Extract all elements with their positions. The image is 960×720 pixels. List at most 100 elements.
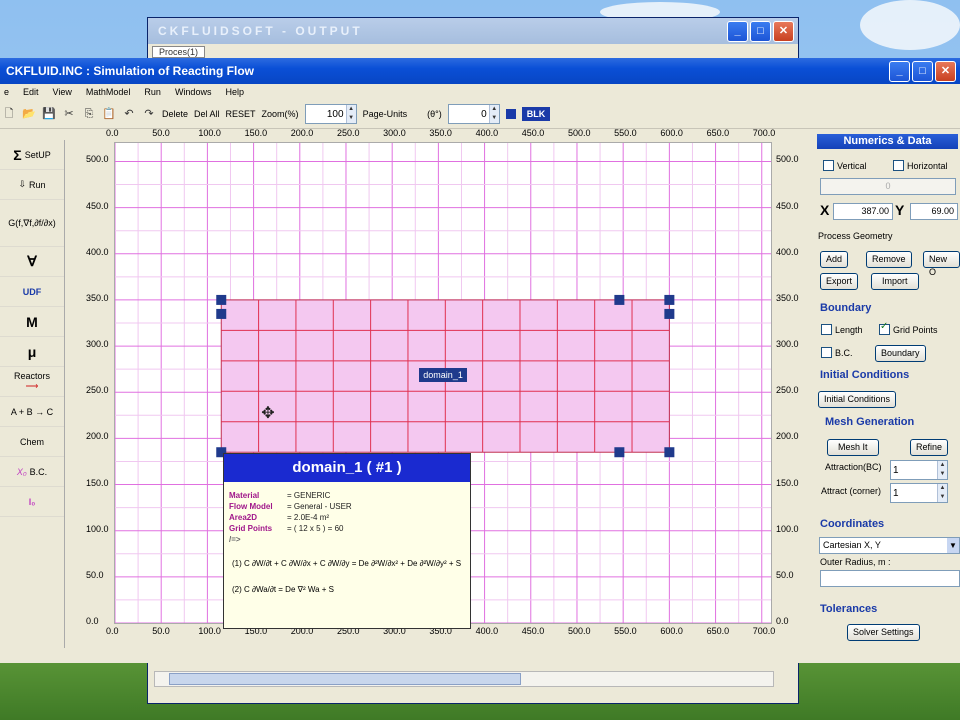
reaction-button[interactable]: A + B → C (0, 397, 64, 427)
scrollbar-thumb[interactable] (169, 673, 521, 685)
x-tick-label: 250.0 (336, 128, 360, 138)
theta-label: (θ°) (427, 109, 442, 119)
mesh-it-button[interactable]: Mesh It (827, 439, 879, 456)
minimize-button[interactable]: _ (727, 21, 748, 42)
menu-edit[interactable]: Edit (23, 84, 39, 100)
delete-all-button[interactable]: Del All (194, 109, 220, 119)
domain-label[interactable]: domain_1 (419, 368, 467, 383)
cut-icon[interactable]: ✂ (62, 107, 76, 121)
coordinates-heading: Coordinates (820, 518, 885, 530)
checkbox[interactable] (823, 160, 834, 171)
horizontal-checkbox[interactable]: Horizontal (893, 160, 948, 174)
menu-help[interactable]: Help (225, 84, 244, 100)
save-icon[interactable]: 💾 (42, 107, 56, 121)
import-button[interactable]: Import (871, 273, 919, 290)
coordinates-select[interactable]: Cartesian X, Y ▼ (819, 537, 960, 554)
color-swatch-icon[interactable] (505, 109, 516, 119)
bc-button[interactable]: X₀ B.C. (0, 457, 64, 487)
refine-button[interactable]: Refine (910, 439, 949, 456)
attract-corner-input[interactable] (891, 487, 937, 499)
udf-button[interactable]: UDF (0, 277, 64, 307)
menu-mathmodel[interactable]: MathModel (86, 84, 131, 100)
resize-handle[interactable] (664, 447, 675, 458)
close-button[interactable]: ✕ (935, 61, 956, 82)
open-folder-icon[interactable]: 📂 (22, 107, 36, 121)
checkbox[interactable] (821, 324, 832, 335)
menu-windows[interactable]: Windows (175, 84, 212, 100)
info-row: Grid Points = ( 12 x 5 ) = 60 (224, 523, 470, 534)
paste-icon[interactable]: 📋 (102, 107, 116, 121)
spin-arrows-icon[interactable]: ▲ ▼ (488, 105, 499, 123)
checkbox-checked[interactable] (879, 321, 890, 335)
material-button[interactable]: M (0, 307, 64, 337)
menu-file[interactable]: e (4, 84, 9, 100)
add-button[interactable]: Add (820, 251, 849, 268)
undo-icon[interactable]: ↶ (122, 107, 136, 121)
x-tick-label: 50.0 (152, 128, 170, 138)
solver-settings-button[interactable]: Solver Settings (847, 624, 920, 641)
spin-arrows-icon[interactable]: ▲ ▼ (937, 484, 947, 502)
theta-stepper[interactable]: ▲▼ (447, 104, 500, 124)
initial-conditions-button[interactable]: Initial Conditions (818, 391, 897, 408)
forall-button[interactable]: ∀ (0, 247, 64, 277)
outer-radius-label: Outer Radius, m : (820, 557, 891, 567)
governing-equation-button[interactable]: G(f,∇f,∂f/∂x) (0, 200, 64, 247)
length-checkbox[interactable]: Length (821, 324, 863, 338)
process-geometry-label: Process Geometry (818, 231, 893, 241)
setup-button[interactable]: Σ SetUP (0, 140, 64, 170)
attract-corner-stepper[interactable]: ▲▼ (890, 483, 948, 503)
x-coordinate-field[interactable]: 387.00 (833, 203, 893, 220)
menu-run[interactable]: Run (144, 84, 161, 100)
y-coordinate-field[interactable]: 69.00 (910, 203, 958, 220)
redo-icon[interactable]: ↷ (142, 107, 156, 121)
spin-arrows-icon[interactable]: ▲ ▼ (345, 105, 356, 123)
resize-handle[interactable] (216, 308, 227, 319)
length-label: Length (835, 324, 863, 335)
domain-info-popup: domain_1 ( #1 ) Material = GENERIC Flow M… (223, 453, 471, 629)
attraction-bc-stepper[interactable]: ▲▼ (890, 460, 948, 480)
new-file-icon[interactable]: 🗋 (2, 107, 16, 121)
attraction-bc-input[interactable] (891, 464, 937, 476)
copy-icon[interactable]: ⎘ (82, 107, 96, 121)
resize-handle[interactable] (664, 294, 675, 305)
resize-handle[interactable] (216, 294, 227, 305)
outer-radius-field[interactable] (820, 570, 960, 587)
page-units-button[interactable]: Page-Units (363, 109, 408, 119)
resize-handle[interactable] (614, 447, 625, 458)
boundary-button[interactable]: Boundary (875, 345, 926, 362)
menu-view[interactable]: View (53, 84, 72, 100)
checkbox[interactable] (821, 347, 832, 358)
zoom-stepper[interactable]: ▲▼ (304, 104, 357, 124)
maximize-button[interactable]: □ (750, 21, 771, 42)
checkbox[interactable] (893, 160, 904, 171)
chevron-down-icon[interactable]: ▼ (947, 538, 959, 553)
remove-button[interactable]: Remove (866, 251, 912, 268)
maximize-button[interactable]: □ (912, 61, 933, 82)
vertical-checkbox[interactable]: Vertical (823, 160, 867, 174)
viscosity-button[interactable]: μ (0, 337, 64, 367)
reactors-button[interactable]: Reactors ⟶ (0, 367, 64, 397)
export-button[interactable]: Export (820, 273, 859, 290)
run-button[interactable]: ⇩ Run (0, 170, 64, 200)
output-tab[interactable]: Proces(1) (152, 46, 206, 58)
blk-button[interactable]: BLK (521, 107, 551, 121)
spin-arrows-icon[interactable]: ▲ ▼ (937, 461, 947, 479)
reset-button[interactable]: RESET (226, 109, 256, 119)
horizontal-scrollbar[interactable] (154, 671, 774, 687)
new-object-button[interactable]: New O (923, 251, 960, 277)
theta-input[interactable] (448, 108, 489, 120)
angle-field[interactable]: 0 (820, 178, 956, 195)
minimize-button[interactable]: _ (889, 61, 910, 82)
y-tick-label: 100.0 (776, 523, 799, 534)
resize-handle[interactable] (664, 308, 675, 319)
initial-conditions-heading: Initial Conditions (820, 369, 910, 381)
initial-button[interactable]: I₀ (0, 487, 64, 517)
grid-points-checkbox[interactable]: Grid Points (879, 321, 938, 338)
delete-button[interactable]: Delete (162, 109, 188, 119)
close-button[interactable]: ✕ (773, 21, 794, 42)
chem-button[interactable]: Chem (0, 427, 64, 457)
bc-checkbox[interactable]: B.C. (821, 347, 853, 361)
resize-handle[interactable] (614, 294, 625, 305)
zoom-input[interactable] (305, 108, 346, 120)
udf-label: UDF (22, 286, 42, 297)
